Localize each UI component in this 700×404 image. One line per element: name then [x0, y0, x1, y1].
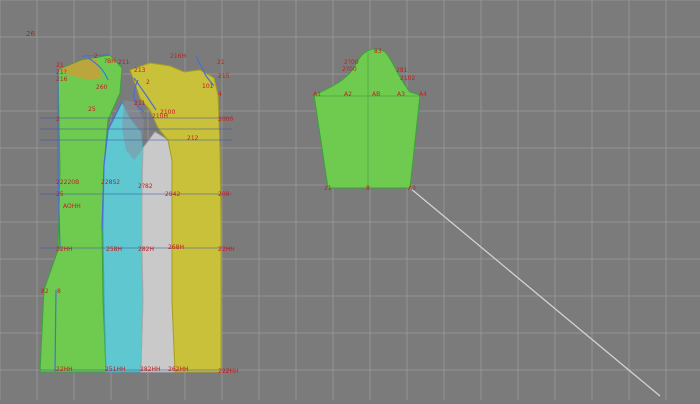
- label-right-top-4: 4: [218, 91, 222, 98]
- pattern-workspace[interactable]: 26 21 21? 216 2 ?BH 211 213 2 216H 21 21…: [0, 0, 700, 400]
- label-left-top-21: 21: [56, 62, 64, 69]
- label-sleeve-2100: 2?00: [344, 59, 359, 66]
- label-mid-row-22220b: 22220B: [56, 179, 79, 186]
- label-left-side-2: 2: [56, 116, 60, 123]
- label-sleeve-mid-a3: A3: [397, 91, 405, 98]
- label-left-top-2: 2: [94, 53, 98, 60]
- guide-line: [409, 187, 661, 397]
- label-mid-row-208: 208: [218, 191, 230, 198]
- label-mid-row-282: 2?82: [138, 183, 153, 190]
- label-mid-upper-260: 260: [96, 84, 108, 91]
- label-mid-c-212: 212: [187, 135, 199, 142]
- label-mid-row-228s2: 228S2: [101, 179, 120, 186]
- label-sleeve-right-a4: A4: [419, 91, 427, 98]
- label-low-row-22h-right: 22HH: [218, 246, 235, 253]
- label-mid-top-213: 213: [134, 67, 146, 74]
- label-sleeve-bottom-left: 21: [324, 185, 332, 192]
- label-left-side-25: 25: [56, 191, 64, 198]
- label-right-top-101: 101: [202, 83, 214, 90]
- label-left-top-215: 21?: [56, 69, 67, 76]
- label-left-top-216: 216: [56, 76, 68, 83]
- label-bot-left-8: 8: [57, 288, 61, 295]
- label-sleeve-mid-a2: A2: [344, 91, 352, 98]
- pattern-workspace-canvas[interactable]: 26 21 21? 216 2 ?BH 211 213 2 216H 21 21…: [0, 0, 700, 400]
- bodice-pieces[interactable]: [39, 54, 222, 373]
- label-mid-c-2000: 2000: [218, 116, 233, 123]
- label-sleeve-bottom-mid: 8: [366, 185, 370, 192]
- label-mid-upper-25: 25: [88, 106, 96, 113]
- label-bottom-22hh: 22HH: [56, 366, 73, 373]
- label-right-top-215: 215: [218, 73, 230, 80]
- label-low-row-22h: 22HH: [56, 246, 73, 253]
- label-sleeve-200: 2?00: [342, 66, 357, 73]
- label-left-side-aohh: AOHH: [63, 203, 81, 210]
- label-mid-top-2: 2: [146, 79, 150, 86]
- label-mid-c-2100: 2100: [160, 109, 175, 116]
- label-left-top-bh: ?BH: [104, 58, 116, 65]
- label-bot-left-82: 82: [41, 288, 49, 295]
- label-mid-row-2842: 2842: [165, 191, 180, 198]
- label-bottom-251h: 251HH: [105, 366, 125, 373]
- label-low-row-282h: 282H: [138, 246, 154, 253]
- label-low-row-258h: 258H: [106, 246, 122, 253]
- label-right-top-216h: 216H: [170, 53, 186, 60]
- label-corner: 26: [26, 30, 35, 38]
- label-sleeve-2102: 2102: [400, 75, 415, 82]
- label-right-top-21: 21: [217, 59, 225, 66]
- label-low-row-268h: 268H: [168, 244, 184, 251]
- label-sleeve-bottom-right: A3: [408, 185, 416, 192]
- label-sleeve-top: 83: [374, 48, 382, 55]
- label-bottom-282h: 282HH: [140, 366, 160, 373]
- label-bottom-2220h: 222HH: [218, 368, 238, 375]
- label-sleeve-left-a1: A1: [313, 91, 321, 98]
- label-sleeve-center: AB: [372, 91, 380, 98]
- label-sleeve-281: 281: [396, 67, 408, 74]
- label-bottom-262h: 262HH: [168, 366, 188, 373]
- label-mid-top-211: 211: [118, 59, 130, 66]
- label-mid-upper-211: 211: [134, 100, 146, 107]
